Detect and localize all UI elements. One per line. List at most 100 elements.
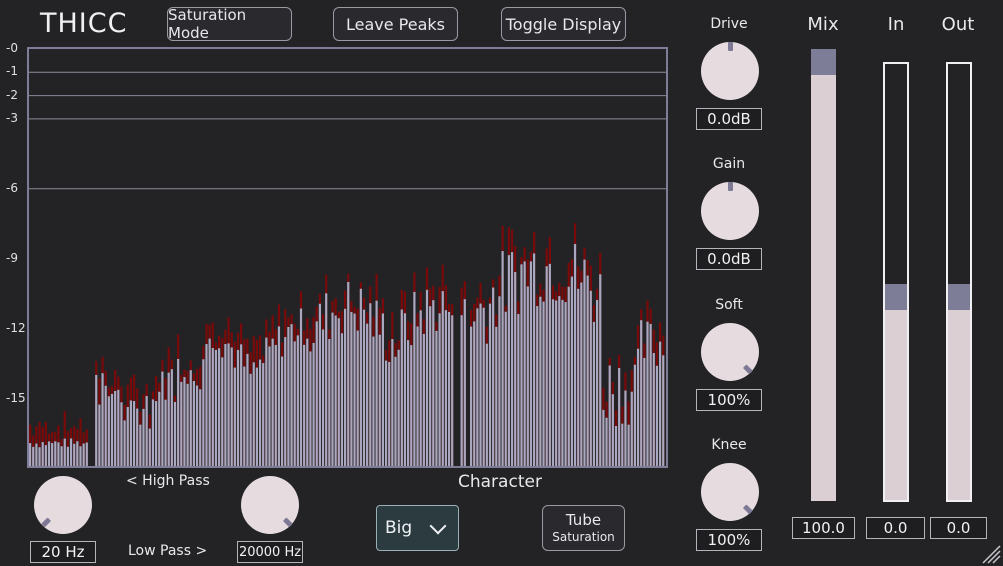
gain-value[interactable]: 0.0dB <box>696 248 762 270</box>
spectrum-bar <box>101 373 104 466</box>
spectrum-bar <box>129 400 132 466</box>
spectrum-bar <box>180 381 183 466</box>
spectrum-bar <box>488 303 492 466</box>
spectrum-bar <box>611 394 614 466</box>
spectrum-bar <box>199 389 202 466</box>
spectrum-bar <box>117 389 120 466</box>
spectrum-bar <box>577 288 580 466</box>
spectrum-bar <box>29 443 32 466</box>
spectrum-bar <box>214 349 218 466</box>
y-tick-label: -3 <box>6 110 18 125</box>
leave-peaks-button[interactable]: Leave Peaks <box>333 7 458 41</box>
spectrum-bar <box>444 310 447 466</box>
spectrum-bar <box>44 445 47 466</box>
spectrum-bar <box>447 311 451 466</box>
y-tick-label: -12 <box>6 320 26 335</box>
spectrum-bar <box>482 307 485 466</box>
soft-knob[interactable] <box>701 323 759 381</box>
spectrum-bar <box>299 308 303 466</box>
character-select-value: Big <box>385 518 413 538</box>
spectrum-bar <box>211 348 214 466</box>
input-meter[interactable] <box>883 62 909 502</box>
spectrum-bar <box>476 308 479 466</box>
spectrum-bar <box>54 441 57 466</box>
spectrum-bar <box>271 338 274 466</box>
spectrum-bar <box>350 311 353 466</box>
spectrum-bar <box>258 359 262 466</box>
spectrum-bar <box>602 409 605 466</box>
character-select[interactable]: Big <box>376 505 459 551</box>
spectrum-bar <box>501 251 504 466</box>
spectrum-bar <box>177 358 180 466</box>
mix-slider-handle[interactable] <box>811 49 836 75</box>
soft-label: Soft <box>715 297 743 313</box>
spectrum-bar <box>51 443 54 466</box>
tube-saturation-button[interactable]: Tube Saturation <box>542 505 625 551</box>
spectrum-bar <box>139 424 142 466</box>
spectrum-display <box>27 47 668 468</box>
knob-indicator <box>742 364 753 375</box>
spectrum-bar <box>41 442 44 466</box>
high-pass-knob[interactable] <box>34 476 92 534</box>
spectrum-bar <box>633 364 636 466</box>
knob-indicator <box>727 42 733 51</box>
spectrum-bar <box>394 356 397 466</box>
spectrum-graph <box>29 71 666 466</box>
in-value[interactable]: 0.0 <box>866 517 925 539</box>
spectrum-bar <box>570 276 573 466</box>
spectrum-bar <box>573 244 577 466</box>
spectrum-bar <box>155 401 158 466</box>
spectrum-bar <box>205 344 208 466</box>
spectrum-bar <box>510 252 514 466</box>
spectrum-bar <box>132 400 136 466</box>
spectrum-bar <box>388 361 391 466</box>
knee-value[interactable]: 100% <box>696 529 762 551</box>
low-pass-knob[interactable] <box>241 476 299 534</box>
spectrum-bar <box>504 311 507 466</box>
spectrum-bar <box>38 447 41 466</box>
soft-value[interactable]: 100% <box>696 389 762 411</box>
spectrum-bar <box>246 353 249 466</box>
spectrum-bar <box>161 371 164 466</box>
spectrum-bar <box>473 321 476 466</box>
drive-value[interactable]: 0.0dB <box>696 108 762 130</box>
spectrum-bar <box>262 363 265 466</box>
spectrum-bar <box>485 343 488 466</box>
spectrum-bar <box>526 286 529 466</box>
high-pass-value[interactable]: 20 Hz <box>30 541 96 563</box>
spectrum-bar <box>318 303 321 466</box>
spectrum-bar <box>98 404 101 466</box>
low-pass-value[interactable]: 20000 Hz <box>237 541 303 563</box>
spectrum-bar <box>463 299 466 466</box>
spectrum-bar <box>567 286 570 466</box>
spectrum-bar <box>255 367 258 466</box>
gain-knob[interactable] <box>701 182 759 240</box>
spectrum-bar <box>76 441 79 466</box>
output-meter[interactable] <box>946 62 972 502</box>
spectrum-bar <box>107 396 110 466</box>
spectrum-bar <box>192 381 195 466</box>
knee-knob[interactable] <box>701 463 759 521</box>
out-value[interactable]: 0.0 <box>930 517 987 539</box>
spectrum-bar <box>507 255 510 466</box>
saturation-mode-button[interactable]: Saturation Mode <box>167 6 292 42</box>
drive-knob[interactable] <box>701 42 759 100</box>
spectrum-bar <box>344 308 347 466</box>
mix-value[interactable]: 100.0 <box>792 517 855 539</box>
output-meter-handle[interactable] <box>948 284 970 311</box>
spectrum-bar <box>375 300 378 466</box>
input-meter-handle[interactable] <box>885 284 907 311</box>
spectrum-bar <box>441 291 444 466</box>
spectrum-bar <box>236 349 240 466</box>
character-label: Character <box>458 472 542 492</box>
spectrum-bar <box>69 438 73 466</box>
spectrum-bar <box>265 337 268 466</box>
spectrum-bar <box>589 290 592 466</box>
spectrum-bar <box>391 339 394 466</box>
toggle-display-button[interactable]: Toggle Display <box>501 7 626 41</box>
resize-grip-icon[interactable] <box>979 542 1001 564</box>
spectrum-bar <box>227 343 230 466</box>
spectrum-bar <box>599 274 602 466</box>
mix-slider[interactable] <box>811 49 836 501</box>
spectrum-bar <box>224 344 227 466</box>
